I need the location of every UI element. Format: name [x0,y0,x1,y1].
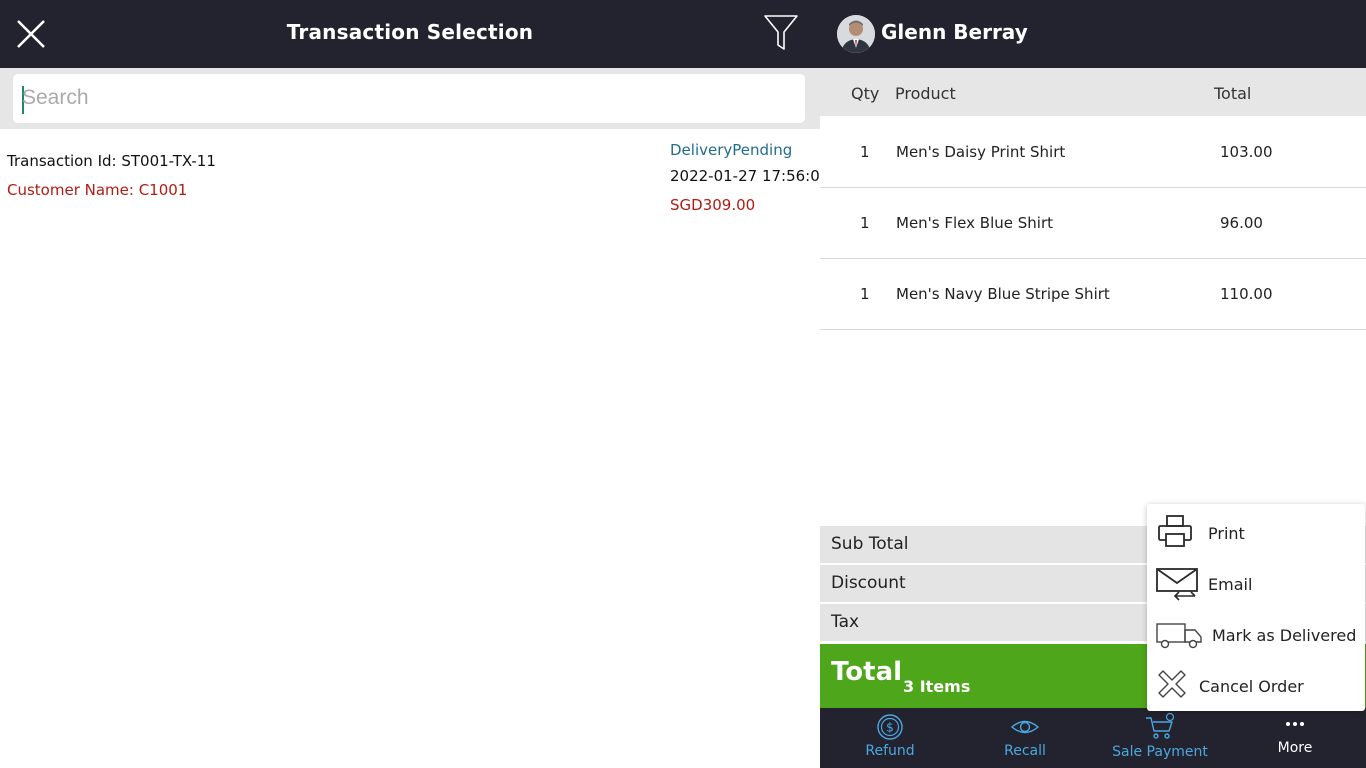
menu-item-print[interactable]: Print [1147,506,1365,557]
nav-sale-payment-label: Sale Payment [1112,744,1208,760]
row-qty: 1 [860,285,870,303]
sub-total-label: Sub Total [831,534,909,554]
transaction-customer: Customer Name: C1001 [7,181,188,199]
total-label: Total [831,657,903,687]
page-title: Transaction Selection [286,20,534,44]
nav-recall[interactable]: Recall [965,708,1085,768]
row-total: 110.00 [1220,285,1273,303]
more-dots-icon [1286,722,1304,726]
column-header-product: Product [895,84,956,103]
cancel-x-icon [1158,670,1186,698]
transaction-id: Transaction Id: ST001-TX-11 [7,152,216,170]
search-bar [0,68,820,129]
nav-sale-payment[interactable]: Sale Payment [1100,708,1220,768]
svg-text:$: $ [886,721,894,735]
person-avatar-icon [837,15,875,53]
row-qty: 1 [860,214,870,232]
row-product: Men's Navy Blue Stripe Shirt [896,285,1110,303]
more-menu: Print Email Mark as Delivered Cancel Ord… [1147,504,1365,711]
column-header-total: Total [1214,84,1252,103]
filter-icon [764,15,798,50]
customer-name: Glenn Berray [881,20,1028,44]
cart-icon [1146,712,1175,739]
menu-item-mark-delivered[interactable]: Mark as Delivered [1147,608,1365,659]
nav-refund-label: Refund [865,743,915,759]
discount-label: Discount [831,573,906,593]
menu-print-label: Print [1208,524,1245,543]
transaction-status: DeliveryPending [670,141,793,159]
filter-button[interactable] [762,13,800,53]
search-box [13,74,805,123]
nav-more-label: More [1277,740,1313,756]
table-row[interactable]: 1 Men's Daisy Print Shirt 103.00 [820,117,1366,188]
row-total: 103.00 [1220,143,1273,161]
menu-mark-delivered-label: Mark as Delivered [1212,626,1357,645]
app-root: Transaction Selection Transaction Id: ST… [0,0,1366,768]
truck-icon [1156,623,1202,649]
row-total: 96.00 [1220,214,1263,232]
transaction-list-item[interactable]: Transaction Id: ST001-TX-11 Customer Nam… [0,129,829,229]
transaction-selection-header: Transaction Selection [0,0,820,68]
transaction-selection-pane: Transaction Selection Transaction Id: ST… [0,0,829,768]
menu-item-cancel-order[interactable]: Cancel Order [1147,659,1365,710]
nav-recall-label: Recall [1004,743,1046,759]
cart-table-header: Qty Product Total [820,68,1366,116]
bottom-nav: $ Refund Recall Sale Payment More [820,708,1366,768]
customer-header: Glenn Berray [820,0,1366,68]
menu-cancel-order-label: Cancel Order [1199,677,1304,696]
refund-dollar-icon: $ [877,714,903,740]
tax-label: Tax [831,612,860,632]
row-qty: 1 [860,143,870,161]
transaction-datetime: 2022-01-27 17:56:04 [670,167,830,185]
table-row[interactable]: 1 Men's Navy Blue Stripe Shirt 110.00 [820,259,1366,330]
nav-refund[interactable]: $ Refund [830,708,950,768]
menu-email-label: Email [1208,575,1253,594]
transaction-amount: SGD309.00 [670,196,756,214]
menu-item-email[interactable]: Email [1147,557,1365,608]
total-items-count: 3 Items [903,677,971,696]
table-row[interactable]: 1 Men's Flex Blue Shirt 96.00 [820,188,1366,259]
avatar [837,15,875,53]
column-header-qty: Qty [851,84,880,103]
printer-icon [1158,515,1192,547]
search-input[interactable] [22,80,792,116]
email-icon [1156,568,1198,601]
row-product: Men's Flex Blue Shirt [896,214,1053,232]
row-product: Men's Daisy Print Shirt [896,143,1066,161]
eye-icon [1010,720,1040,734]
nav-more[interactable]: More [1235,708,1355,768]
